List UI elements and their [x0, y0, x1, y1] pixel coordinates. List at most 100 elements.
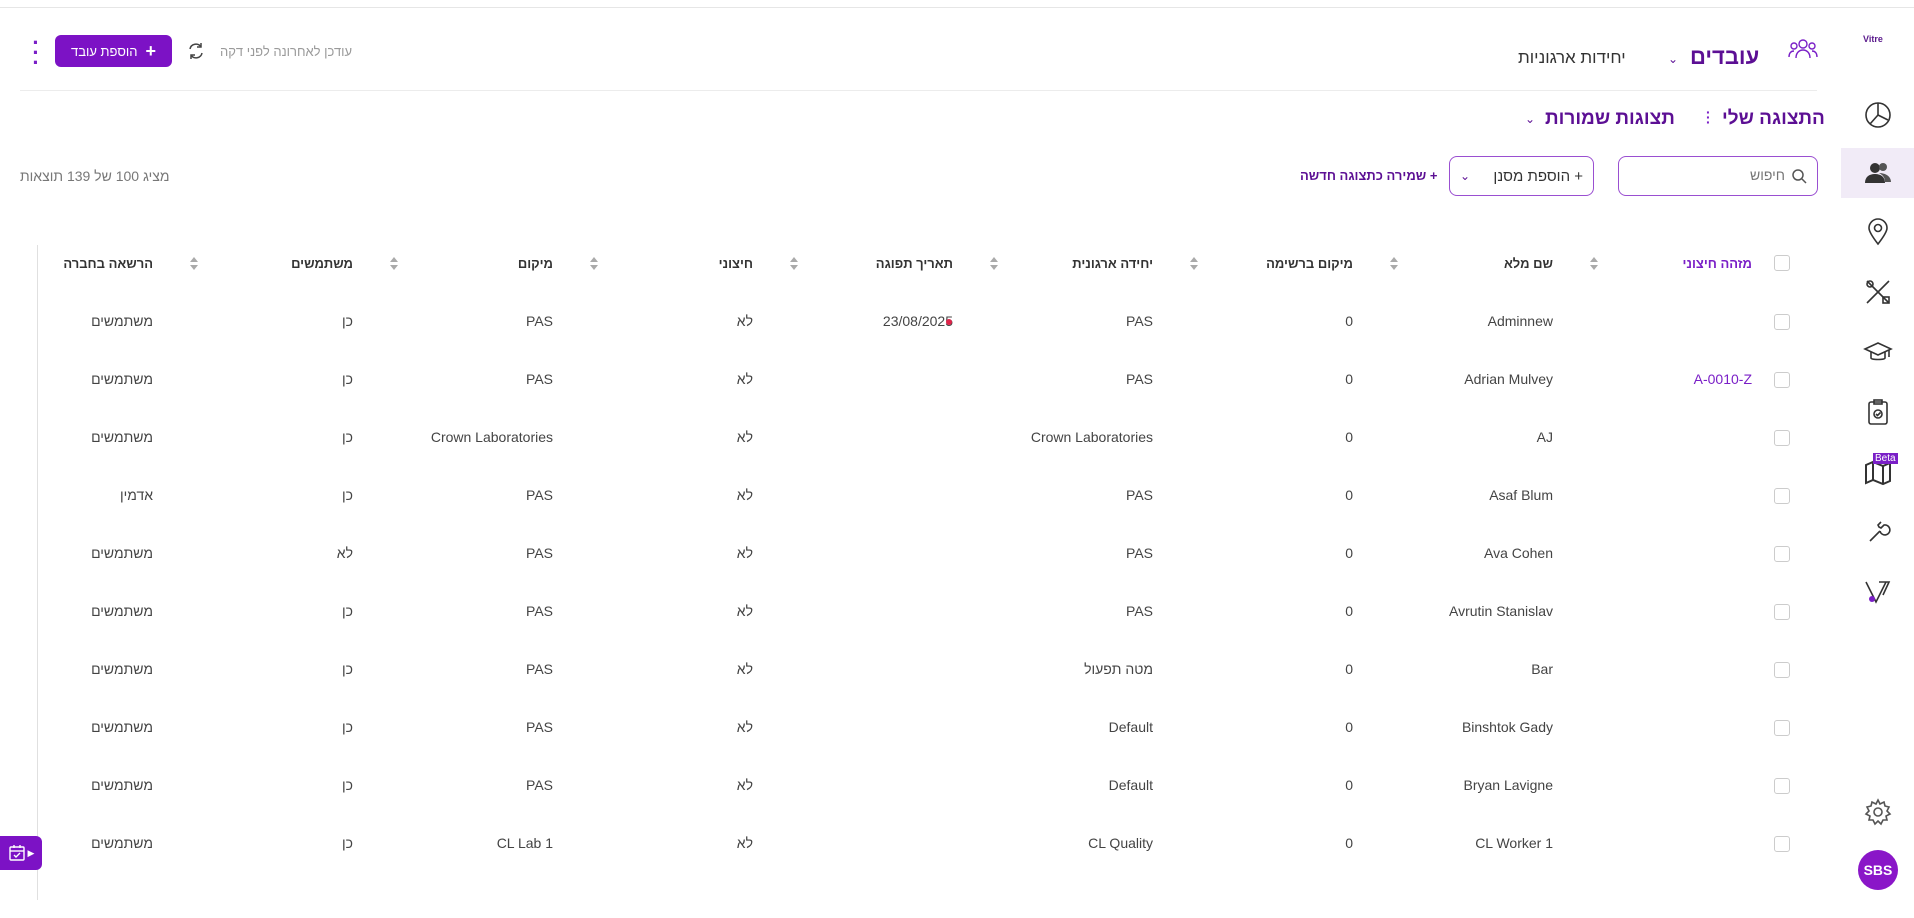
column-header-full-name[interactable]: שם מלא — [1504, 256, 1553, 271]
column-header-org-unit[interactable]: יחידה ארגונית — [1072, 256, 1153, 271]
cell-permission: משתמשים — [91, 835, 153, 851]
chevron-down-icon: ⌄ — [1460, 169, 1471, 183]
cell-full-name: Binshtok Gady — [1461, 719, 1553, 735]
training-icon[interactable] — [1859, 333, 1897, 371]
cell-external: לא — [736, 835, 753, 851]
saved-views-dropdown[interactable]: תצוגות שמורות — [1545, 108, 1675, 130]
cell-full-name: Adrian Mulvey — [1464, 371, 1553, 387]
my-view-tab[interactable]: התצוגה שלי — [1722, 108, 1825, 130]
column-header-expiry-date[interactable]: תאריך תפוגה — [876, 256, 953, 271]
select-all-checkbox[interactable] — [1774, 255, 1790, 271]
cell-permission: משתמשים — [91, 777, 153, 793]
cell-org-unit: PAS — [1126, 371, 1153, 387]
cell-full-name: AJ — [1536, 429, 1553, 445]
plus-icon: + — [145, 41, 156, 61]
cell-list-position: 0 — [1345, 371, 1353, 387]
sort-icon[interactable] — [1190, 257, 1198, 271]
cell-external-id[interactable]: A-0010-Z — [1694, 371, 1752, 387]
row-checkbox[interactable] — [1774, 720, 1790, 736]
calendar-toggle-button[interactable]: ▶ — [0, 836, 42, 870]
expiry-warning-dot — [946, 319, 952, 325]
row-checkbox[interactable] — [1774, 836, 1790, 852]
cell-permission: משתמשים — [91, 313, 153, 329]
cell-users: כן — [342, 835, 353, 851]
cell-permission: משתמשים — [91, 371, 153, 387]
sort-icon[interactable] — [190, 257, 198, 271]
cell-full-name: Adminnew — [1487, 313, 1553, 329]
cell-list-position: 0 — [1345, 777, 1353, 793]
cell-full-name: Bar — [1531, 661, 1553, 677]
cell-full-name: CL Worker 1 — [1475, 835, 1553, 851]
row-checkbox[interactable] — [1774, 778, 1790, 794]
cell-list-position: 0 — [1345, 545, 1353, 561]
sort-icon[interactable] — [990, 257, 998, 271]
cell-external: לא — [736, 371, 753, 387]
last-updated-text: עודכן לאחרונה לפני דקה — [220, 44, 353, 59]
refresh-icon[interactable] — [186, 41, 206, 61]
cell-org-unit: Crown Laboratories — [1030, 429, 1153, 445]
sort-icon[interactable] — [1390, 257, 1398, 271]
vitre-icon[interactable] — [1859, 573, 1897, 611]
cell-location: PAS — [526, 661, 553, 677]
cell-org-unit: PAS — [1126, 487, 1153, 503]
sort-icon[interactable] — [790, 257, 798, 271]
column-header-external[interactable]: חיצוני — [719, 256, 753, 271]
cell-location: PAS — [526, 603, 553, 619]
avatar[interactable]: SBS — [1858, 850, 1898, 890]
add-worker-button[interactable]: + הוספת עובד — [55, 35, 172, 67]
column-header-permission[interactable]: הרשאה בחברה — [63, 256, 153, 271]
column-header-list-position[interactable]: מיקום ברשימה — [1266, 256, 1353, 271]
cell-permission: משתמשים — [91, 603, 153, 619]
cell-location: CL Lab 1 — [496, 835, 553, 851]
sort-icon[interactable] — [390, 257, 398, 271]
settings-icon[interactable] — [1859, 793, 1897, 831]
cell-users: לא — [336, 545, 353, 561]
workers-icon[interactable] — [1841, 148, 1914, 198]
column-header-external-id[interactable]: מזהה חיצוני — [1682, 256, 1752, 271]
map-beta-icon[interactable]: Beta — [1859, 453, 1898, 491]
sort-icon[interactable] — [590, 257, 598, 271]
cell-location: Crown Laboratories — [430, 429, 553, 445]
cell-full-name: Avrutin Stanislav — [1448, 603, 1553, 619]
cell-org-unit: Default — [1108, 719, 1153, 735]
cell-users: כן — [342, 313, 353, 329]
column-header-location[interactable]: מיקום — [518, 256, 553, 271]
cell-permission: אדמין — [119, 487, 153, 503]
cell-org-unit: PAS — [1126, 545, 1153, 561]
row-checkbox[interactable] — [1774, 662, 1790, 678]
row-checkbox[interactable] — [1774, 546, 1790, 562]
chevron-down-icon[interactable]: ⌄ — [1668, 52, 1678, 66]
add-worker-label: הוספת עובד — [71, 43, 138, 59]
tab-org-units[interactable]: יחידות ארגוניות — [1518, 48, 1626, 68]
more-menu-icon[interactable]: · · · — [30, 32, 42, 74]
add-filter-button[interactable]: + הוספת מסנן ⌄ — [1449, 156, 1594, 196]
column-header-users[interactable]: משתמשים — [291, 256, 353, 271]
view-options-icon[interactable]: · · · — [1706, 105, 1711, 129]
clipboard-icon[interactable] — [1859, 393, 1897, 431]
search-box[interactable] — [1618, 156, 1818, 196]
sort-icon[interactable] — [1590, 257, 1598, 271]
page-title[interactable]: עובדים — [1690, 44, 1759, 70]
chevron-down-icon[interactable]: ⌄ — [1525, 112, 1535, 126]
cell-users: כן — [342, 777, 353, 793]
cell-location: PAS — [526, 313, 553, 329]
row-checkbox[interactable] — [1774, 430, 1790, 446]
logo[interactable]: Vitre — [1863, 34, 1883, 44]
dashboard-icon[interactable] — [1859, 96, 1897, 134]
search-input[interactable] — [1635, 167, 1785, 183]
save-as-new-view-button[interactable]: + שמירה כתצוגה חדשה — [1300, 168, 1437, 183]
row-checkbox[interactable] — [1774, 488, 1790, 504]
cell-location: PAS — [526, 487, 553, 503]
tools-icon[interactable] — [1859, 273, 1897, 311]
row-checkbox[interactable] — [1774, 604, 1790, 620]
wrench-icon[interactable] — [1859, 513, 1897, 551]
logo-text: Vitre — [1863, 34, 1883, 44]
row-checkbox[interactable] — [1774, 314, 1790, 330]
cell-external: לא — [736, 777, 753, 793]
location-icon[interactable] — [1859, 213, 1897, 251]
cell-location: PAS — [526, 777, 553, 793]
group-icon — [1788, 36, 1818, 67]
cell-org-unit: CL Quality — [1088, 835, 1153, 851]
cell-external: לא — [736, 603, 753, 619]
row-checkbox[interactable] — [1774, 372, 1790, 388]
